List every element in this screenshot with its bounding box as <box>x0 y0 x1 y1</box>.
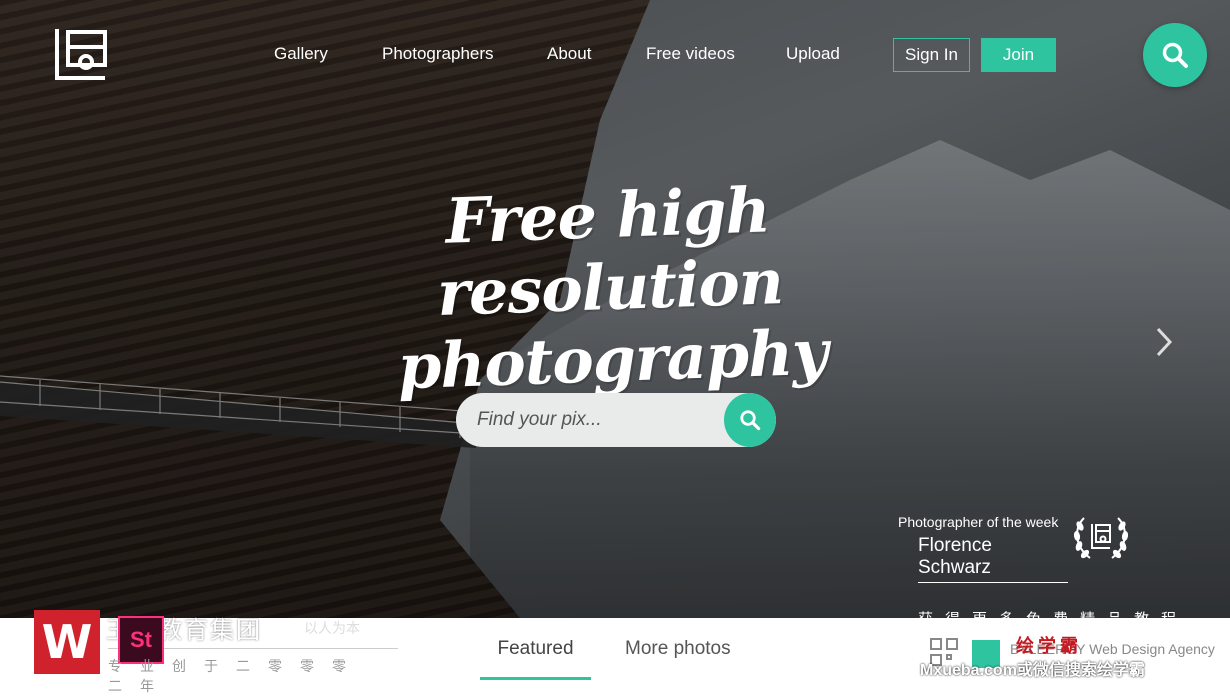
laurel-badge-icon <box>1073 517 1129 559</box>
watermark-xueba: 绘学霸 <box>1016 636 1082 656</box>
watermark-subtitle: 以人为本 <box>304 620 360 636</box>
search-input[interactable] <box>456 393 724 447</box>
tab-more-photos[interactable]: More photos <box>625 638 731 677</box>
photographer-of-week-label: Photographer of the week <box>898 514 1059 530</box>
watermark-right-top: 获得更多免费精品教程 <box>918 611 1189 628</box>
join-button[interactable]: Join <box>981 38 1056 72</box>
nav-link-free-videos[interactable]: Free videos <box>646 44 735 64</box>
nav-link-about[interactable]: About <box>547 44 591 64</box>
search-icon <box>740 410 761 431</box>
header-search-button[interactable] <box>1143 23 1207 87</box>
watermark-right-bottom: Mxueba.com或微信搜索绘学霸 <box>920 662 1145 679</box>
top-nav: Gallery Photographers About Free videos … <box>0 0 1230 110</box>
nav-link-upload[interactable]: Upload <box>786 44 840 64</box>
search-submit-button[interactable] <box>724 393 776 447</box>
tab-featured[interactable]: Featured <box>480 638 591 680</box>
hero-headline-line1: Free high resolution <box>436 173 784 331</box>
chevron-right-icon[interactable] <box>1152 325 1176 359</box>
hero-headline: Free high resolution photography <box>296 169 923 407</box>
nav-link-gallery[interactable]: Gallery <box>274 44 328 64</box>
watermark-logo: W <box>34 610 100 674</box>
photographer-of-week-name[interactable]: Florence Schwarz <box>918 535 1068 583</box>
watermark-left: W 王氏教育集团 以人为本 St 专业创于二零零零二年 <box>34 610 398 694</box>
nav-link-photographers[interactable]: Photographers <box>382 44 494 64</box>
hero-search-bar <box>456 393 776 447</box>
site-logo-icon[interactable] <box>54 27 108 81</box>
sign-in-button[interactable]: Sign In <box>893 38 970 72</box>
search-icon <box>1162 42 1188 68</box>
watermark-tagline: 专业创于二零零零二年 <box>108 658 364 694</box>
